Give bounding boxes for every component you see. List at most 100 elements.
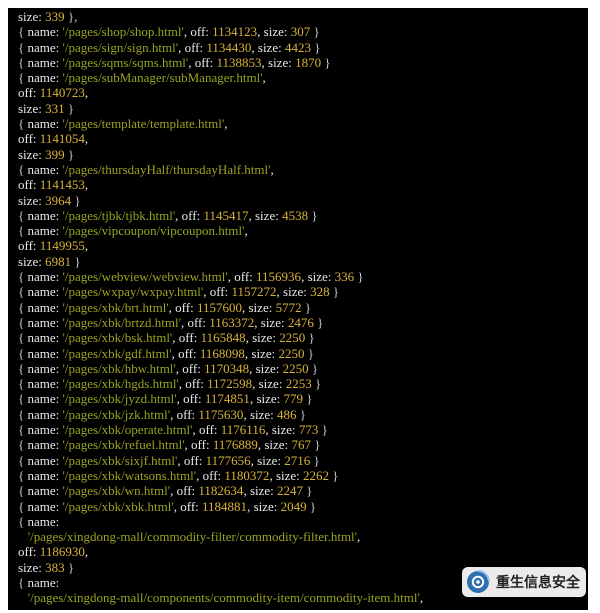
terminal-text: 2262: [303, 467, 330, 483]
terminal-text: ,: [84, 238, 89, 254]
watermark: 重生信息安全: [462, 567, 586, 597]
terminal-line: off: 1141054,: [18, 131, 423, 146]
terminal-text: }: [71, 192, 81, 208]
terminal-text: }: [305, 330, 315, 346]
terminal-text: {: [18, 24, 28, 40]
terminal-text: , off:: [180, 314, 210, 330]
terminal-text: , size:: [244, 345, 279, 361]
terminal-text: '/pages/xbk/jyzd.html': [62, 391, 177, 407]
terminal-text: 1177656: [205, 452, 251, 468]
terminal-text: 6981: [45, 253, 72, 269]
terminal-text: , size:: [243, 406, 278, 422]
terminal-text: , size:: [245, 330, 280, 346]
terminal-text: 1184881: [202, 498, 248, 514]
terminal-text: , off:: [188, 54, 217, 70]
terminal-window[interactable]: size: 339 },{ name: '/pages/shop/shop.ht…: [8, 8, 588, 610]
terminal-line: off: 1149955,: [18, 238, 423, 253]
terminal-line: '/pages/xingdong-mall/components/commodi…: [18, 590, 423, 605]
terminal-text: '/pages/subManager/subManager.html': [62, 70, 263, 86]
terminal-text: '/pages/thursdayHalf/thursdayHalf.html': [62, 161, 271, 177]
terminal-text: 1182634: [198, 483, 244, 499]
terminal-text: {: [18, 299, 28, 315]
terminal-line: { name: '/pages/xbk/refuel.html', off: 1…: [18, 437, 423, 452]
terminal-line: { name: '/pages/template/template.html',: [18, 116, 423, 131]
terminal-line: { name: '/pages/vipcoupon/vipcoupon.html…: [18, 223, 423, 238]
terminal-text: {: [18, 269, 28, 285]
terminal-text: {: [18, 376, 28, 392]
terminal-text: {: [18, 161, 28, 177]
terminal-text: '/pages/xbk/brtzd.html': [62, 314, 181, 330]
terminal-text: off:: [18, 85, 40, 101]
terminal-text: name:: [27, 223, 63, 239]
terminal-text: '/pages/xbk/hbw.html': [62, 360, 176, 376]
terminal-line: size: 331 }: [18, 101, 423, 116]
terminal-text: }: [306, 498, 317, 514]
terminal-text: name:: [27, 513, 60, 529]
terminal-text: {: [18, 54, 28, 70]
terminal-text: {: [18, 70, 28, 86]
terminal-text: {: [18, 437, 28, 453]
terminal-text: }: [329, 467, 339, 483]
terminal-text: {: [18, 391, 28, 407]
terminal-line: { name: '/pages/wxpay/wxpay.html', off: …: [18, 284, 423, 299]
terminal-text: 1165848: [200, 330, 246, 346]
terminal-text: name:: [27, 314, 63, 330]
terminal-text: ,: [84, 544, 89, 560]
terminal-line: size: 3964 }: [18, 193, 423, 208]
terminal-text: {: [18, 498, 28, 514]
terminal-text: 2253: [285, 376, 312, 392]
terminal-text: 1134430: [206, 39, 252, 55]
terminal-text: ,: [224, 116, 228, 132]
terminal-text: , size:: [249, 360, 283, 376]
terminal-line: '/pages/xingdong-mall/commodity-filter/c…: [18, 529, 423, 544]
terminal-text: '/pages/sqms/sqms.html': [62, 54, 189, 70]
terminal-text: , size:: [257, 24, 291, 40]
terminal-text: name:: [27, 299, 63, 315]
terminal-text: '/pages/vipcoupon/vipcoupon.html': [62, 223, 245, 239]
terminal-text: size:: [18, 146, 46, 162]
terminal-text: ,: [419, 590, 424, 606]
terminal-text: name:: [27, 70, 63, 86]
terminal-line: { name:: [18, 575, 423, 590]
terminal-text: , size:: [261, 54, 296, 70]
terminal-text: , size:: [265, 422, 299, 438]
terminal-text: name:: [27, 284, 63, 300]
terminal-text: 399: [45, 146, 65, 162]
terminal-text: name:: [27, 39, 63, 55]
terminal-text: {: [18, 345, 28, 361]
terminal-text: {: [18, 406, 28, 422]
terminal-text: 339: [45, 9, 65, 24]
terminal-text: off:: [18, 238, 40, 254]
terminal-line: { name: '/pages/xbk/gdf.html', off: 1168…: [18, 346, 423, 361]
terminal-line: { name: '/pages/xbk/jzk.html', off: 1175…: [18, 407, 423, 422]
terminal-text: name:: [27, 574, 60, 590]
terminal-line: off: 1186930,: [18, 544, 423, 559]
terminal-text: {: [18, 223, 28, 239]
terminal-text: off:: [18, 131, 40, 147]
terminal-text: }: [304, 345, 314, 361]
terminal-line: { name: '/pages/sqms/sqms.html', off: 11…: [18, 55, 423, 70]
terminal-text: name:: [27, 116, 63, 132]
terminal-text: '/pages/shop/shop.html': [62, 24, 184, 40]
terminal-text: {: [18, 360, 28, 376]
terminal-text: , off:: [175, 207, 204, 223]
watermark-text: 重生信息安全: [496, 575, 580, 591]
terminal-text: '/pages/xbk/jzk.html': [62, 406, 171, 422]
terminal-text: }: [311, 376, 322, 392]
terminal-text: 779: [283, 391, 304, 407]
terminal-text: name:: [27, 467, 63, 483]
terminal-text: 383: [45, 559, 65, 575]
terminal-text: name:: [27, 391, 63, 407]
terminal-text: 1149955: [39, 238, 85, 254]
terminal-text: }: [301, 299, 312, 315]
terminal-text: '/pages/template/template.html': [62, 116, 225, 132]
terminal-line: { name: '/pages/xbk/brtzd.html', off: 11…: [18, 315, 423, 330]
terminal-text: }: [318, 422, 328, 438]
terminal-text: , size:: [250, 452, 285, 468]
terminal-text: ,: [84, 131, 89, 147]
terminal-line: { name: '/pages/xbk/hgds.html', off: 117…: [18, 376, 423, 391]
terminal-text: ,: [84, 177, 89, 193]
terminal-text: {: [18, 574, 28, 590]
terminal-text: '/pages/wxpay/wxpay.html': [62, 284, 204, 300]
terminal-text: '/pages/xbk/refuel.html': [62, 437, 185, 453]
